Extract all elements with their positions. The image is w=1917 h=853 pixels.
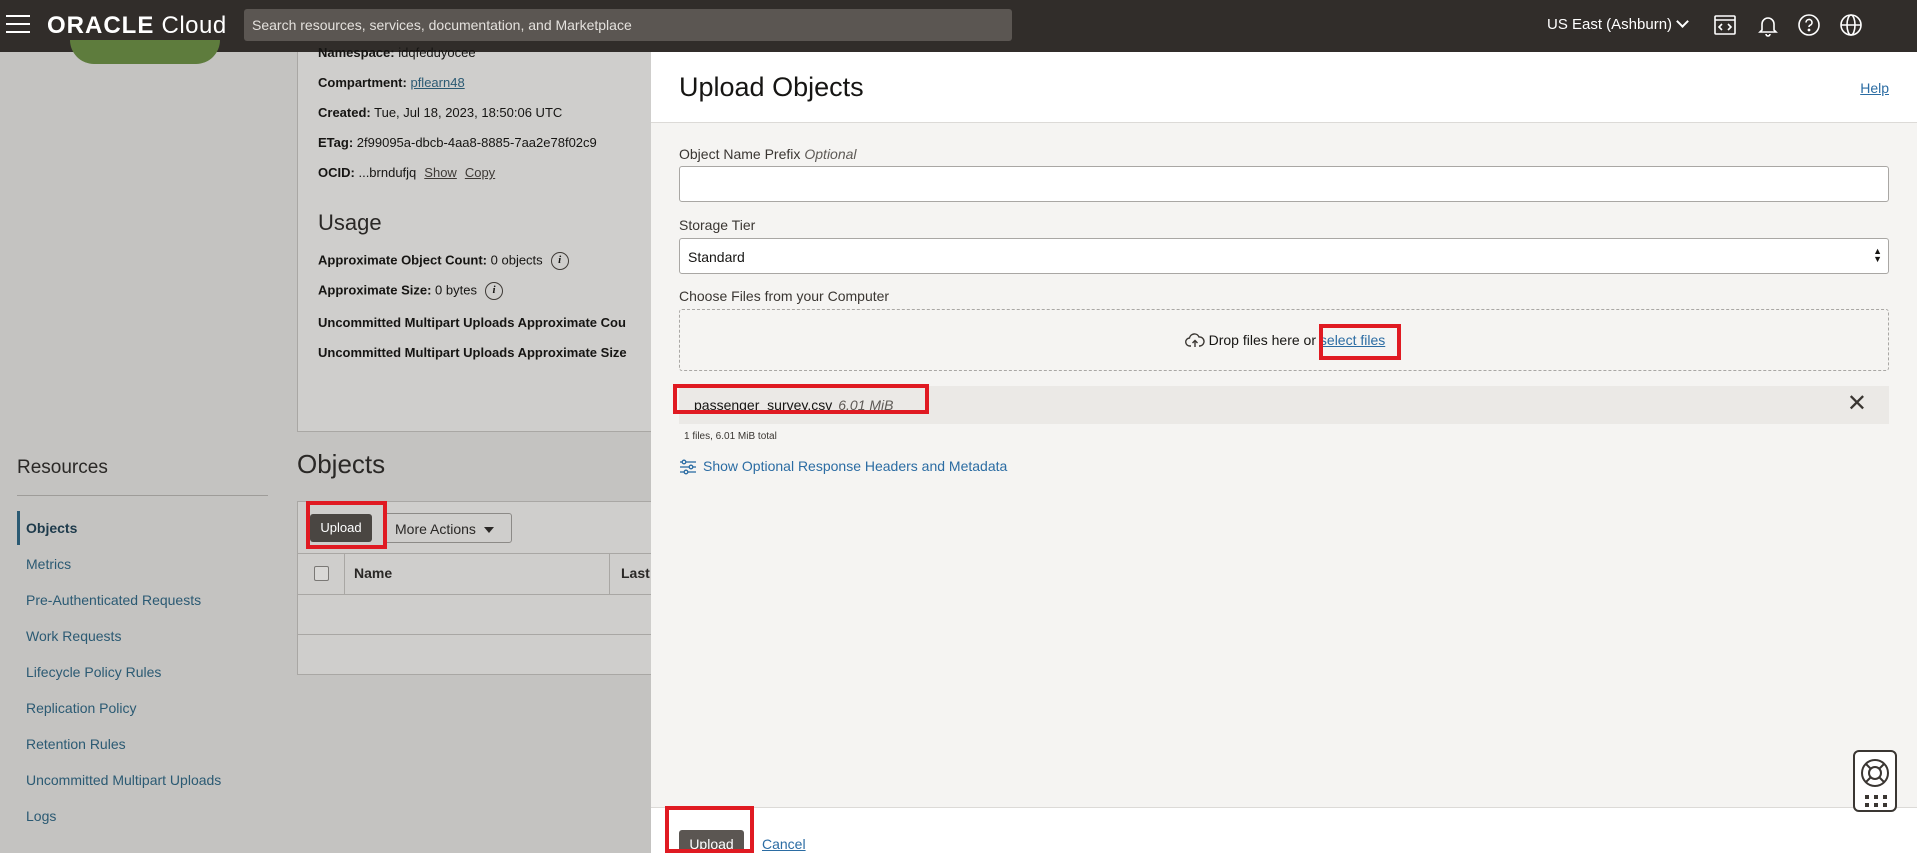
select-arrows-icon: ▲ ▼: [1873, 246, 1882, 264]
divider: [17, 495, 268, 496]
more-actions-button[interactable]: More Actions: [384, 513, 512, 543]
help-link[interactable]: Help: [1860, 80, 1889, 96]
divider: [297, 634, 651, 635]
multipart-count-row: Uncommitted Multipart Uploads Approximat…: [318, 315, 626, 330]
cloud-upload-icon: [1184, 333, 1205, 348]
select-all-checkbox[interactable]: [314, 566, 329, 581]
object-name-prefix-input[interactable]: [679, 166, 1889, 202]
objects-heading: Objects: [297, 449, 386, 479]
sidebar-item-metrics[interactable]: Metrics: [26, 556, 71, 572]
code-editor-icon[interactable]: [1713, 13, 1737, 37]
panel-footer: Upload Cancel: [651, 807, 1917, 853]
panel-header: Upload Objects Help: [651, 52, 1917, 123]
info-icon[interactable]: i: [550, 252, 569, 270]
file-drop-zone[interactable]: Drop files here or select files: [679, 309, 1889, 371]
storage-tier-label: Storage Tier: [679, 217, 756, 233]
grid-dots-icon: [1865, 795, 1887, 807]
highlight-box: [665, 806, 754, 853]
divider: [297, 594, 651, 595]
column-divider: [344, 554, 345, 594]
sidebar-item-pre-authenticated-requests[interactable]: Pre-Authenticated Requests: [26, 592, 201, 608]
compartment-row: Compartment: pflearn48: [318, 75, 465, 90]
caret-down-icon: [483, 527, 494, 534]
sidebar-item-uncommitted-multipart-uploads[interactable]: Uncommitted Multipart Uploads: [26, 772, 221, 788]
created-row: Created: Tue, Jul 18, 2023, 18:50:06 UTC: [318, 105, 563, 120]
file-total-summary: 1 files, 6.01 MiB total: [684, 431, 777, 442]
oracle-cloud-logo[interactable]: ORACLE Cloud: [47, 12, 227, 40]
bell-icon[interactable]: [1756, 13, 1780, 37]
support-widget[interactable]: [1853, 750, 1897, 812]
active-indicator: [17, 511, 20, 545]
sidebar-item-work-requests[interactable]: Work Requests: [26, 628, 121, 644]
choose-files-label: Choose Files from your Computer: [679, 288, 890, 304]
sidebar-item-logs[interactable]: Logs: [26, 808, 56, 824]
drop-zone-text: Drop files here or select files: [680, 332, 1890, 349]
panel-title: Upload Objects: [679, 72, 864, 102]
compartment-link[interactable]: pflearn48: [410, 75, 464, 90]
object-count-row: Approximate Object Count: 0 objects i: [318, 252, 569, 270]
bucket-icon: [70, 40, 220, 64]
etag-row: ETag: 2f99095a-dbcb-4aa8-8885-7aa2e78f02…: [318, 135, 597, 150]
sidebar-item-objects[interactable]: Objects: [26, 520, 77, 536]
globe-icon[interactable]: [1839, 13, 1863, 37]
chevron-down-icon: [1676, 15, 1689, 28]
cancel-link[interactable]: Cancel: [762, 836, 806, 852]
menu-icon[interactable]: [6, 15, 30, 35]
namespace-row: Namespace: idqfeduyocee: [318, 45, 476, 60]
usage-heading: Usage: [318, 210, 382, 235]
sidebar-item-replication-policy[interactable]: Replication Policy: [26, 700, 137, 716]
divider: [297, 553, 651, 554]
multipart-size-row: Uncommitted Multipart Uploads Approximat…: [318, 345, 627, 360]
info-icon[interactable]: i: [484, 282, 503, 300]
size-row: Approximate Size: 0 bytes i: [318, 282, 503, 300]
ocid-row: OCID: ...brndufjq Show Copy: [318, 165, 496, 180]
column-header-name[interactable]: Name: [354, 565, 392, 581]
ocid-show-link[interactable]: Show: [424, 165, 457, 180]
region-selector[interactable]: US East (Ashburn): [1547, 15, 1689, 33]
object-name-prefix-label: Object Name Prefix Optional: [679, 146, 857, 162]
remove-file-close-icon[interactable]: ✕: [1847, 392, 1867, 416]
sidebar-item-lifecycle-policy-rules[interactable]: Lifecycle Policy Rules: [26, 664, 161, 680]
sidebar-item-retention-rules[interactable]: Retention Rules: [26, 736, 126, 752]
ocid-copy-link[interactable]: Copy: [465, 165, 495, 180]
top-navigation-bar: ORACLE Cloud Search resources, services,…: [0, 0, 1917, 52]
column-header-last[interactable]: Last: [621, 565, 650, 581]
lifebuoy-icon: [1861, 759, 1889, 787]
column-divider: [609, 554, 610, 594]
show-optional-headers-link[interactable]: Show Optional Response Headers and Metad…: [679, 458, 1007, 475]
help-icon[interactable]: [1797, 13, 1821, 37]
highlight-box: [306, 501, 387, 549]
resources-heading: Resources: [17, 457, 108, 478]
highlight-box: [673, 384, 929, 414]
search-input[interactable]: Search resources, services, documentatio…: [244, 9, 1012, 41]
upload-objects-panel: Upload Objects Help Object Name Prefix Op…: [651, 52, 1917, 853]
storage-tier-select[interactable]: Standard ▲ ▼: [679, 238, 1889, 274]
highlight-box: [1319, 324, 1401, 360]
sliders-icon: [680, 459, 696, 475]
